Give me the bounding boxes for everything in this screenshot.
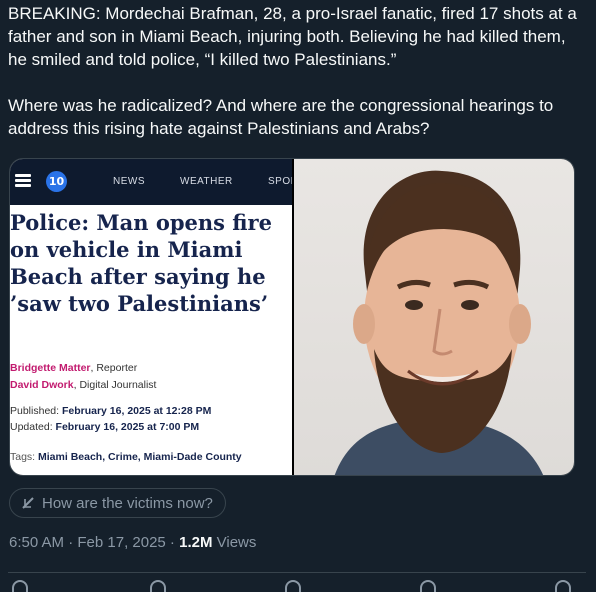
- station-logo: 10: [46, 171, 67, 192]
- bookmark-icon[interactable]: [420, 580, 436, 592]
- tags-label: Tags:: [10, 451, 39, 463]
- grok-prompt: How are the victims now?: [42, 494, 213, 512]
- media-container[interactable]: 10 NEWS WEATHER SPOR Police: Man opens f…: [9, 158, 575, 476]
- mugshot-photo: [294, 159, 574, 475]
- man-portrait-image: [334, 170, 544, 475]
- nav-item-sports: SPOR: [268, 176, 292, 187]
- news-navbar: 10 NEWS WEATHER SPOR: [10, 159, 292, 205]
- grok-icon: [22, 497, 34, 509]
- published-line: Published: February 16, 2025 at 12:28 PM: [10, 405, 211, 417]
- updated-date: February 16, 2025 at 7:00 PM: [55, 421, 200, 433]
- author-line-2: David Dwork, Digital Journalist: [10, 379, 156, 391]
- nav-item-weather: WEATHER: [180, 176, 233, 187]
- like-icon[interactable]: [285, 580, 301, 592]
- article-headline: Police: Man opens fire on vehicle in Mia…: [10, 210, 272, 316]
- author-role: , Reporter: [90, 362, 138, 374]
- article-screenshot: 10 NEWS WEATHER SPOR Police: Man opens f…: [10, 159, 292, 475]
- reply-icon[interactable]: [12, 580, 28, 592]
- grok-suggestion-button[interactable]: How are the victims now?: [9, 488, 226, 518]
- tweet-meta: 6:50 AM · Feb 17, 2025 · 1.2M Views: [9, 534, 256, 551]
- share-icon[interactable]: [555, 580, 571, 592]
- tags-list: Miami Beach, Crime, Miami-Dade County: [38, 451, 242, 463]
- hamburger-menu-icon: [15, 174, 31, 188]
- author-name: David Dwork: [10, 379, 74, 391]
- action-bar: [0, 580, 596, 592]
- divider: [8, 572, 586, 573]
- updated-label: Updated:: [10, 421, 56, 433]
- views-count: 1.2M: [179, 534, 213, 551]
- published-date: February 16, 2025 at 12:28 PM: [61, 405, 212, 417]
- views-label: Views: [212, 534, 257, 551]
- updated-line: Updated: February 16, 2025 at 7:00 PM: [10, 421, 199, 433]
- tweet-text: BREAKING: Mordechai Brafman, 28, a pro-I…: [8, 4, 577, 138]
- author-role: , Digital Journalist: [73, 379, 157, 391]
- published-label: Published:: [10, 405, 62, 417]
- nav-item-news: NEWS: [113, 176, 145, 187]
- article-tags: Tags: Miami Beach, Crime, Miami-Dade Cou…: [10, 451, 242, 463]
- author-line-1: Bridgette Matter, Reporter: [10, 362, 137, 374]
- author-name: Bridgette Matter: [10, 362, 91, 374]
- timestamp[interactable]: 6:50 AM · Feb 17, 2025 ·: [9, 534, 179, 551]
- repost-icon[interactable]: [150, 580, 166, 592]
